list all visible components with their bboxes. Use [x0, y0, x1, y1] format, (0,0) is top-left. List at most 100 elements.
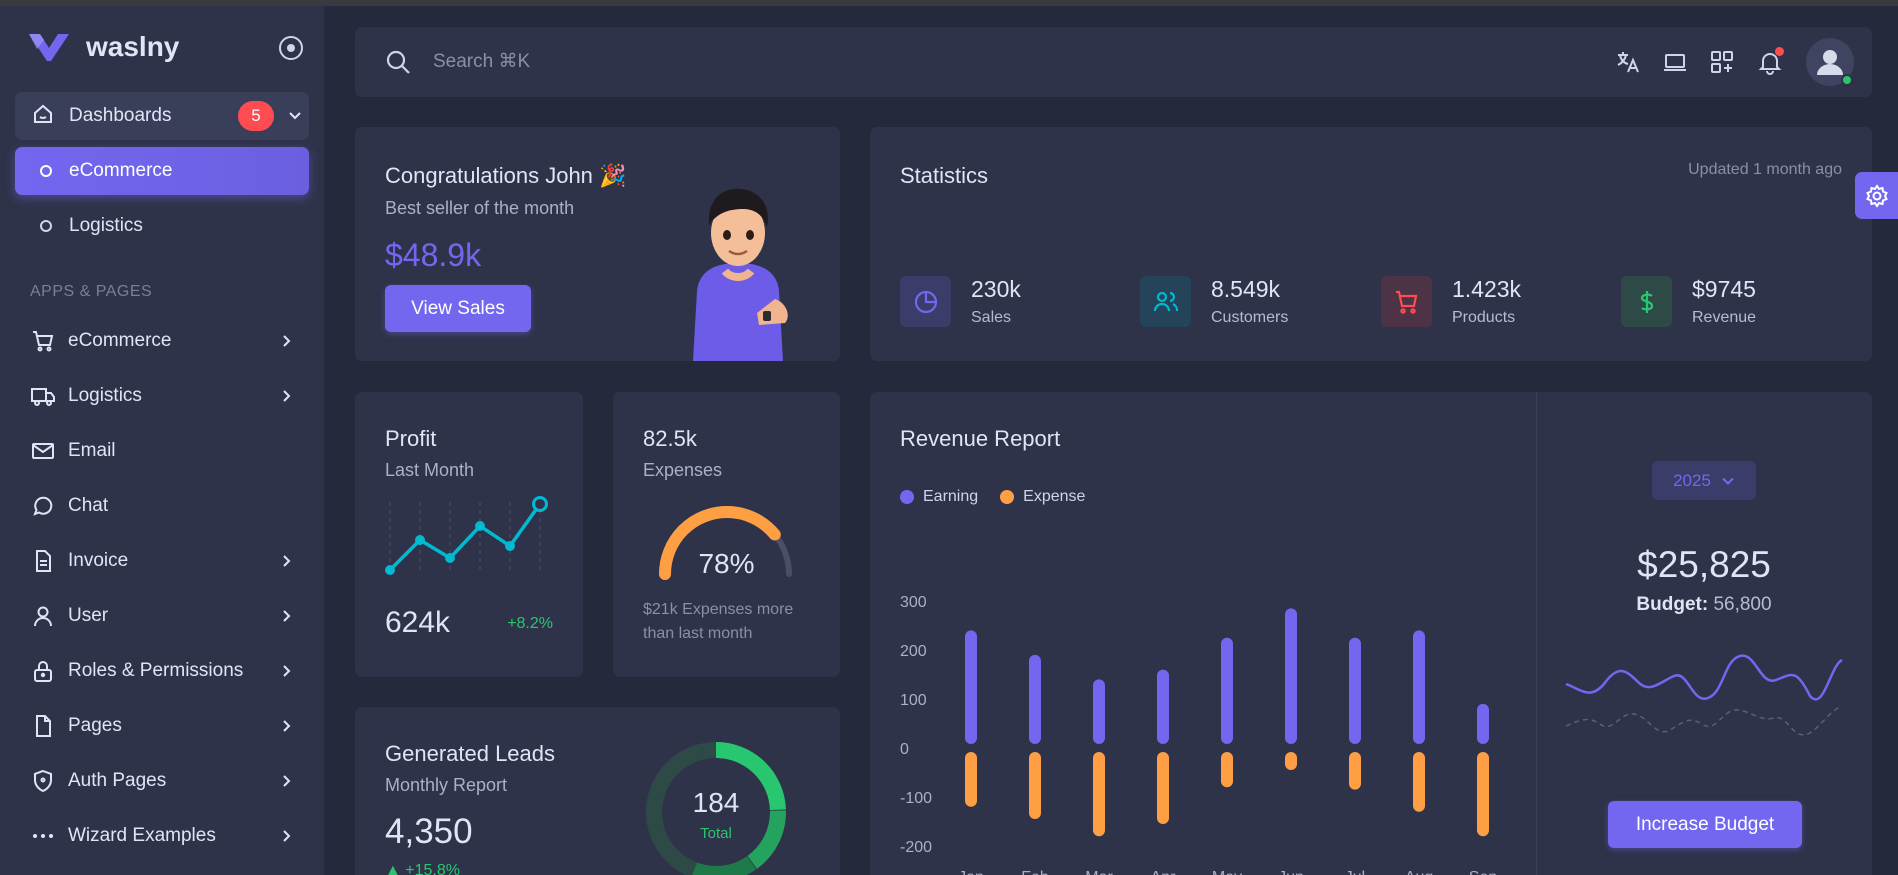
dots-icon: [30, 823, 56, 849]
profit-subtitle: Last Month: [385, 460, 475, 480]
view-sales-button[interactable]: View Sales: [385, 285, 531, 332]
expenses-note: $21k Expenses more than last month: [643, 601, 794, 642]
y-tick-label: 300: [900, 594, 927, 611]
sidebar-item-pages[interactable]: Pages: [15, 702, 309, 750]
budget-total: $25,825: [1637, 544, 1771, 585]
cart-icon: [1381, 276, 1432, 327]
expense-bar: [1221, 752, 1233, 788]
profit-card: Profit Last Month 624k +8.2%: [355, 392, 583, 677]
stat-value: $9745: [1692, 276, 1756, 302]
legend-earning: Earning: [900, 488, 978, 506]
x-tick-label: Feb: [1021, 869, 1049, 875]
earning-bar: [1221, 637, 1233, 744]
y-tick-label: 0: [900, 741, 909, 758]
stat-value: 8.549k: [1211, 276, 1281, 302]
sidebar-item-label: Auth Pages: [68, 770, 167, 791]
sidebar-item-label: Roles & Permissions: [68, 660, 244, 681]
cart-icon: [30, 328, 56, 354]
legend-label: Earning: [923, 488, 979, 505]
leads-total-label: Total: [700, 825, 732, 842]
sidebar-item-wizard-examples[interactable]: Wizard Examples: [15, 812, 309, 860]
search-input[interactable]: [433, 44, 1033, 80]
leads-total: 184: [692, 787, 740, 818]
sidebar-item-chat[interactable]: Chat: [15, 482, 309, 530]
sidebar-subitem-ecommerce[interactable]: eCommerce: [15, 147, 309, 195]
y-tick-label: 100: [900, 692, 927, 709]
y-tick-label: -100: [900, 790, 932, 807]
legend-expense: Expense: [1000, 488, 1085, 506]
file-icon: [30, 548, 56, 574]
sidebar-item-logistics[interactable]: Logistics: [15, 372, 309, 420]
statistics-card: Statistics Updated 1 month ago 230k Sales…: [870, 127, 1872, 361]
chevron-right-icon: [278, 663, 294, 684]
sidebar-item-label: Wizard Examples: [68, 825, 216, 846]
increase-budget-button[interactable]: Increase Budget: [1608, 801, 1802, 848]
sidebar-item-user[interactable]: User: [15, 592, 309, 640]
sidebar-item-roles-permissions[interactable]: Roles & Permissions: [15, 647, 309, 695]
users-icon: [1140, 276, 1191, 327]
sidebar-item-label: Chat: [68, 495, 109, 516]
expense-bar: [965, 752, 977, 807]
sidebar-item-ecommerce[interactable]: eCommerce: [15, 317, 309, 365]
sidebar: waslny Dashboards 5 eCommerce Logistics …: [0, 6, 324, 875]
person-illustration: [693, 188, 788, 361]
lock-icon: [30, 658, 56, 684]
year-select[interactable]: 2025: [1652, 461, 1756, 500]
profit-value: 624k: [385, 606, 451, 639]
y-tick-label: 200: [900, 643, 927, 660]
earning-bar: [1349, 637, 1361, 744]
bell-icon[interactable]: [1757, 47, 1784, 75]
x-tick-label: Aug: [1405, 869, 1433, 875]
collapse-sidebar-icon[interactable]: [279, 36, 303, 60]
revenue-report-card: 300 200 100 0 -100 -200 Jan Feb Mar Apr May Jun Jul A…: [870, 392, 1872, 875]
congratulations-card: Congratulations John 🎉 Best seller of th…: [355, 127, 840, 361]
earning-bar: [1093, 679, 1105, 744]
settings-gear-icon[interactable]: [1855, 172, 1898, 219]
sidebar-item-invoice[interactable]: Invoice: [15, 537, 309, 585]
sidebar-item-label: User: [68, 605, 109, 626]
leads-change: ▲ +15.8%: [385, 862, 460, 875]
x-tick-label: Apr: [1151, 869, 1177, 875]
sidebar-item-label: Email: [68, 440, 116, 461]
earning-bar: [1157, 669, 1169, 744]
brand-logo-icon: [27, 31, 71, 63]
sidebar-item-dashboards[interactable]: Dashboards 5: [15, 92, 309, 140]
sidebar-item-email[interactable]: Email: [15, 427, 309, 475]
sidebar-subitem-logistics[interactable]: Logistics: [15, 202, 309, 250]
earning-bar: [1029, 654, 1041, 744]
laptop-icon[interactable]: [1662, 49, 1688, 75]
mail-icon: [30, 438, 56, 464]
notification-dot: [1775, 47, 1784, 56]
expense-bar: [1349, 752, 1361, 790]
expense-bar: [1157, 752, 1169, 824]
earning-bar: [1413, 630, 1425, 744]
x-tick-label: Jan: [958, 869, 984, 875]
stat-label: Revenue: [1692, 309, 1757, 326]
budget-sparkline: [1565, 654, 1843, 736]
chevron-right-icon: [278, 828, 294, 849]
grid-add-icon[interactable]: [1709, 49, 1735, 75]
generated-leads-card: Generated Leads Monthly Report 4,350 ▲ +…: [355, 707, 840, 875]
budget-value: 56,800: [1713, 594, 1772, 615]
translate-icon[interactable]: [1615, 49, 1641, 75]
earning-bar: [965, 630, 977, 744]
sidebar-item-label: Pages: [68, 715, 122, 736]
user-icon: [30, 603, 56, 629]
x-tick-label: Mar: [1085, 869, 1113, 875]
leads-subtitle: Monthly Report: [385, 775, 508, 795]
expenses-subtitle: Expenses: [643, 460, 723, 480]
stat-label: Customers: [1211, 309, 1289, 326]
profit-title: Profit: [385, 426, 437, 451]
brand[interactable]: waslny: [27, 31, 179, 63]
search-icon[interactable]: [385, 49, 411, 80]
dollar-icon: [1621, 276, 1672, 327]
leads-value: 4,350: [385, 812, 473, 851]
sidebar-subitem-label: eCommerce: [69, 160, 173, 181]
expenses-card: 82.5k Expenses 78% $21k Expenses more th…: [613, 392, 840, 677]
x-tick-label: Sep: [1469, 869, 1498, 875]
budget-line: Budget: 56,800: [1536, 594, 1872, 616]
sidebar-item-auth-pages[interactable]: Auth Pages: [15, 757, 309, 805]
expense-bar: [1285, 752, 1297, 771]
earning-bar: [1477, 703, 1489, 744]
chevron-right-icon: [278, 388, 294, 409]
